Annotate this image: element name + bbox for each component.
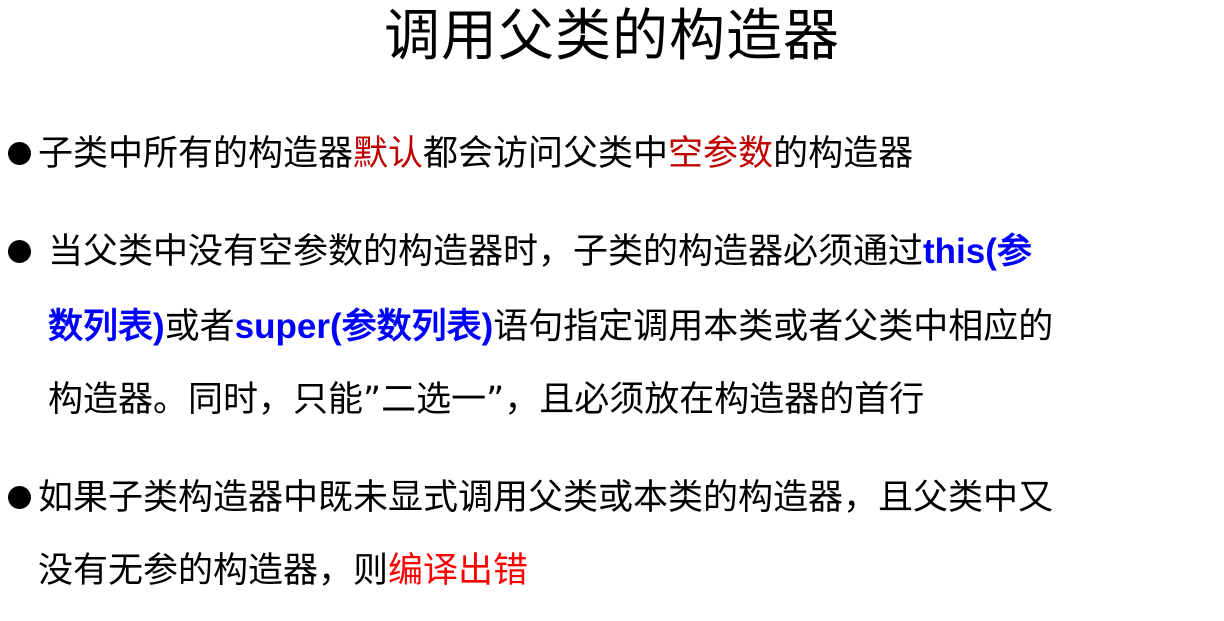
bullet-2-line-2: 数列表)或者super(参数列表)语句指定调用本类或者父类中相应的 xyxy=(48,307,1220,347)
bullet-2-line-3: 构造器。同时，只能”二选一”，且必须放在构造器的首行 xyxy=(48,382,1220,418)
bullet-1-text-c: 的构造器 xyxy=(773,134,914,174)
slide-title: 调用父类的构造器 xyxy=(384,4,840,69)
bullet-2-code-params: 数列表) xyxy=(48,307,165,346)
bullet-1-highlight-empty-params: 空参数 xyxy=(668,134,774,174)
bullet-2-line-1: 当父类中没有空参数的构造器时，子类的构造器必须通过this(参 xyxy=(48,232,1220,272)
bullet-dot-1 xyxy=(8,142,31,165)
bullet-1-text-b: 都会访问父类中 xyxy=(423,134,669,174)
bullet-1-highlight-default: 默认 xyxy=(353,134,424,174)
bullet-2-code-super: super(参数列表) xyxy=(234,307,494,346)
bullet-3-text-1: 如果子类构造器中既未显式调用父类或本类的构造器，且父类中又 xyxy=(38,478,1054,518)
bullet-3-line-2: 没有无参的构造器，则编译出错 xyxy=(38,553,528,589)
bullet-2-text-2: 语句指定调用本类或者父类中相应的 xyxy=(493,307,1054,347)
bullet-1: 子类中所有的构造器默认都会访问父类中空参数的构造器 xyxy=(38,136,913,172)
bullet-dot-2 xyxy=(8,240,31,263)
bullet-3-highlight-compile-error: 编译出错 xyxy=(388,551,529,591)
bullet-3-line-1: 如果子类构造器中既未显式调用父类或本类的构造器，且父类中又 xyxy=(38,480,1053,516)
bullet-2-text-or: 或者 xyxy=(164,307,235,347)
bullet-2-text-1: 当父类中没有空参数的构造器时，子类的构造器必须通过 xyxy=(48,232,924,272)
bullet-2-code-this: this(参 xyxy=(923,232,1032,271)
bullet-2-text-3: 构造器。同时，只能”二选一”，且必须放在构造器的首行 xyxy=(48,380,925,420)
bullet-1-text-a: 子类中所有的构造器 xyxy=(38,134,354,174)
bullet-dot-3 xyxy=(8,486,31,509)
bullet-3-text-2: 没有无参的构造器，则 xyxy=(38,551,389,591)
slide: 调用父类的构造器 子类中所有的构造器默认都会访问父类中空参数的构造器 当父类中没… xyxy=(0,0,1224,621)
